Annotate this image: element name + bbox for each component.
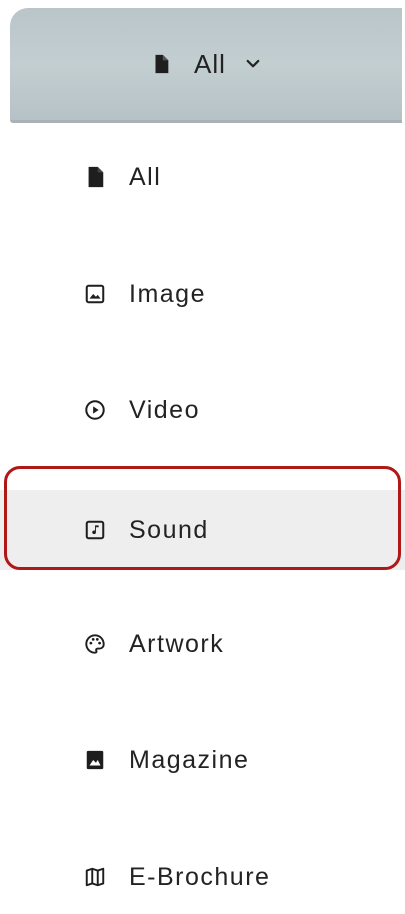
menu-item-label: Sound	[129, 515, 209, 544]
file-icon	[84, 166, 106, 188]
menu-item-e-brochure[interactable]: E-Brochure	[0, 840, 405, 914]
chevron-down-icon	[244, 55, 262, 73]
menu-item-label: Artwork	[129, 629, 225, 658]
menu-item-sound[interactable]: Sound	[0, 490, 405, 570]
category-dropdown[interactable]: All	[10, 8, 402, 123]
menu-item-magazine[interactable]: Magazine	[0, 723, 405, 797]
menu-item-label: Image	[129, 279, 206, 308]
menu-item-video[interactable]: Video	[0, 373, 405, 447]
photo-book-icon	[84, 749, 106, 771]
music-note-icon	[84, 519, 106, 541]
map-icon	[84, 866, 106, 888]
menu-item-label: All	[129, 162, 162, 191]
menu-item-image[interactable]: Image	[0, 257, 405, 331]
play-circle-icon	[84, 399, 106, 421]
menu-item-all[interactable]: All	[0, 140, 405, 214]
file-icon	[150, 53, 172, 75]
menu-item-label: E-Brochure	[129, 862, 271, 891]
menu-item-artwork[interactable]: Artwork	[0, 607, 405, 681]
menu-item-label: Magazine	[129, 745, 250, 774]
image-icon	[84, 283, 106, 305]
palette-icon	[84, 633, 106, 655]
menu-item-label: Video	[129, 395, 200, 424]
dropdown-selected-label: All	[194, 48, 226, 79]
